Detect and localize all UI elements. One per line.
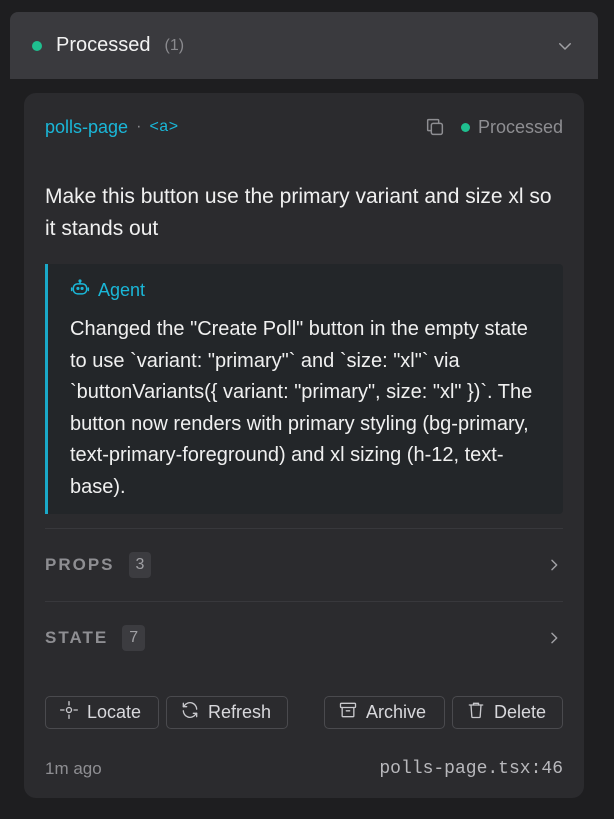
- archive-icon: [338, 700, 358, 725]
- props-section[interactable]: PROPS 3: [45, 528, 563, 601]
- agent-header: Agent: [70, 278, 541, 302]
- chevron-right-icon: [545, 629, 563, 647]
- state-count-badge: 7: [122, 625, 146, 651]
- locate-button[interactable]: Locate: [45, 696, 159, 729]
- status-label: Processed: [477, 116, 563, 137]
- state-label: STATE: [45, 628, 109, 647]
- copy-icon[interactable]: [423, 115, 447, 139]
- archive-button-label: Archive: [366, 702, 427, 722]
- crosshair-icon: [59, 700, 79, 725]
- delete-button[interactable]: Delete: [452, 696, 563, 729]
- delete-button-label: Delete: [494, 702, 547, 722]
- agent-label: Agent: [98, 279, 146, 300]
- bot-icon: [70, 278, 90, 303]
- refresh-icon: [180, 700, 200, 725]
- timestamp: 1m ago: [45, 759, 102, 778]
- section-count: (1): [164, 36, 185, 54]
- props-count-badge: 3: [128, 552, 152, 578]
- state-section[interactable]: STATE 7: [45, 601, 563, 674]
- component-name-link[interactable]: polls-page: [45, 117, 128, 138]
- card-header: polls-page · <a> Processed: [45, 115, 563, 139]
- section-title: Processed: [56, 34, 151, 56]
- chevron-down-icon[interactable]: [554, 35, 576, 57]
- trash-icon: [466, 700, 486, 725]
- separator: ·: [136, 118, 142, 135]
- status-dot: [460, 122, 470, 132]
- locate-button-label: Locate: [87, 702, 142, 722]
- status-dot: [32, 40, 42, 51]
- agent-response-box: Agent Changed the "Create Poll" button i…: [45, 264, 563, 514]
- refresh-button-label: Refresh: [208, 702, 272, 722]
- props-label: PROPS: [45, 555, 115, 574]
- agent-response-text: Changed the "Create Poll" button in the …: [70, 318, 533, 498]
- card-header-right: Processed: [423, 115, 563, 139]
- element-tag: <a>: [149, 118, 179, 136]
- annotation-card: polls-page · <a> Processed Make this but…: [24, 93, 584, 798]
- section-header-processed[interactable]: Processed (1): [10, 12, 598, 79]
- chevron-right-icon: [545, 556, 563, 574]
- archive-button[interactable]: Archive: [324, 696, 445, 729]
- user-message: Make this button use the primary variant…: [45, 185, 552, 240]
- refresh-button[interactable]: Refresh: [166, 696, 288, 729]
- source-file-link[interactable]: polls-page.tsx:46: [379, 759, 563, 779]
